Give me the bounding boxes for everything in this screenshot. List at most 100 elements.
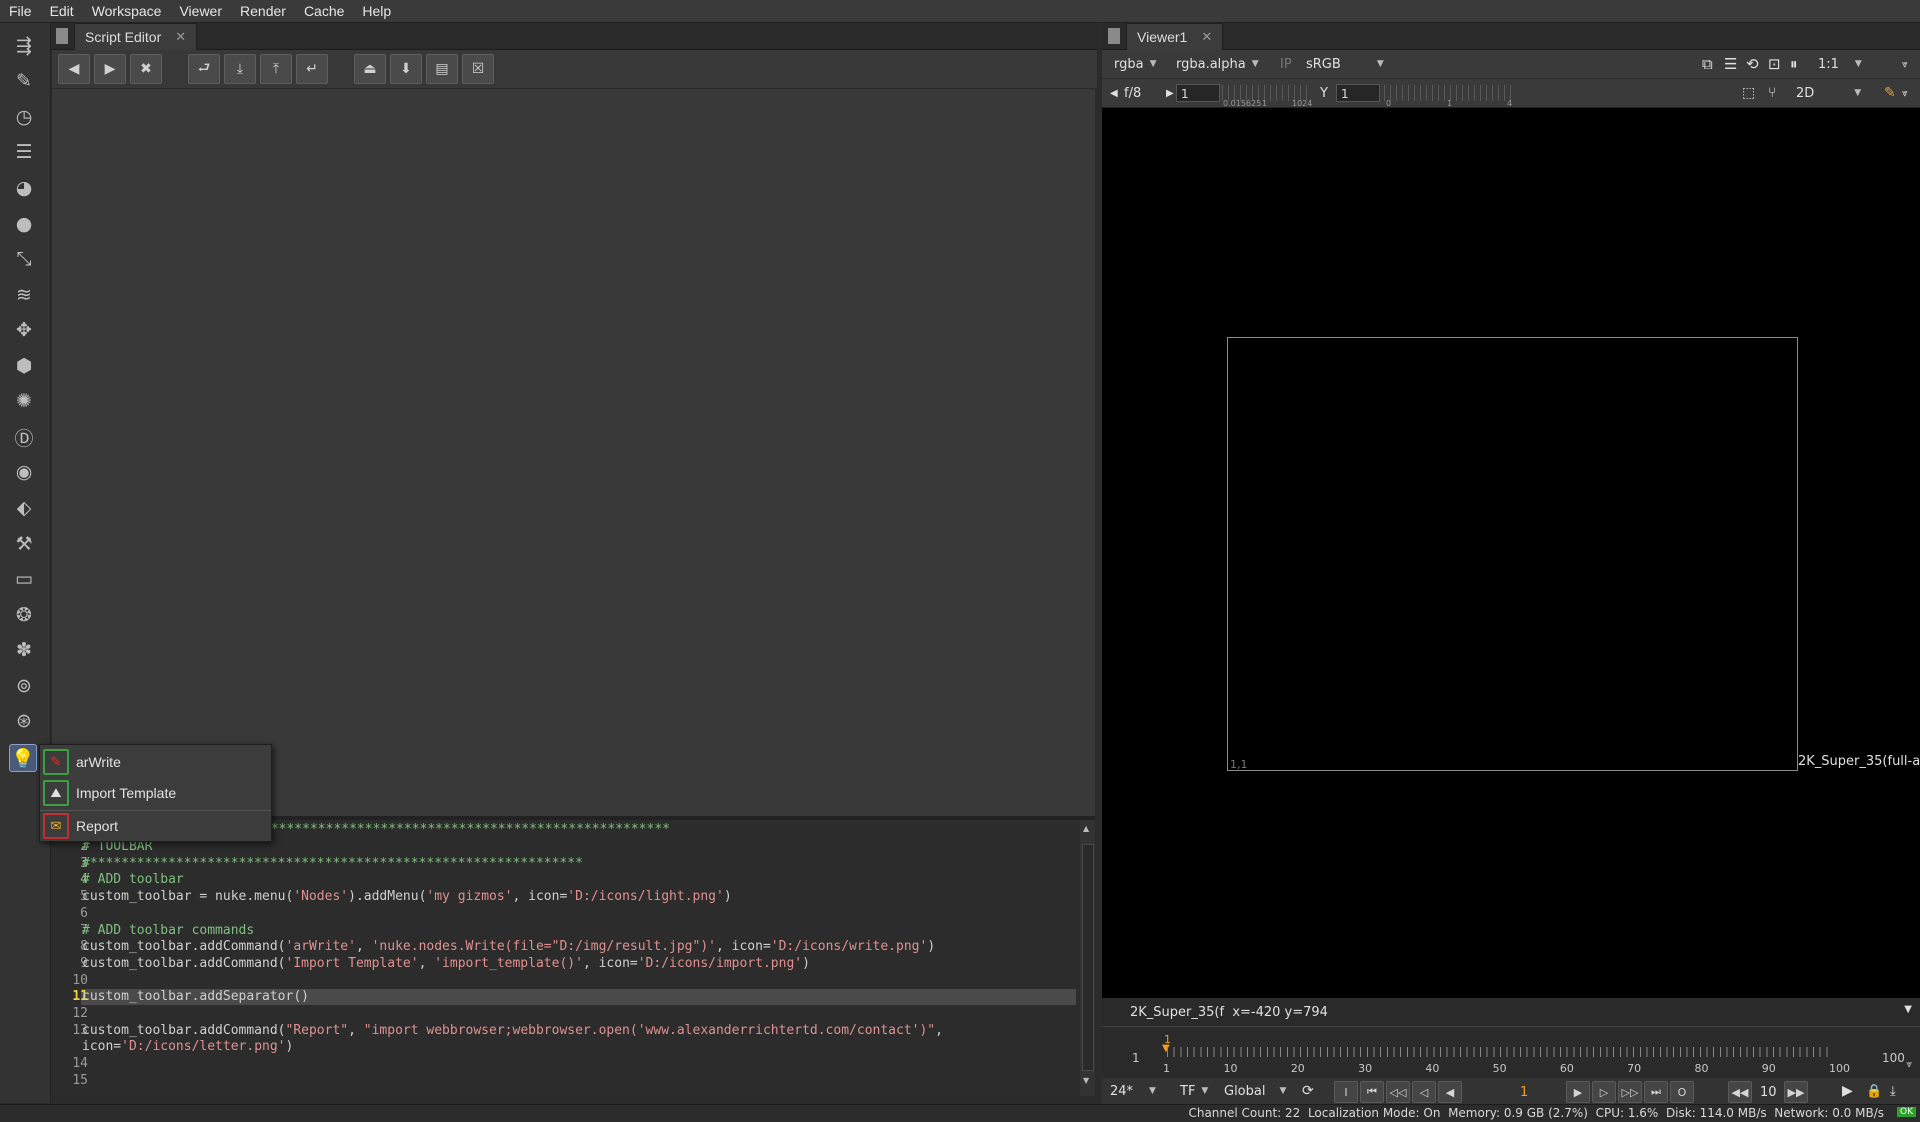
- 3d-icon[interactable]: ⬢: [11, 353, 37, 379]
- gamma-field[interactable]: 1: [1336, 84, 1380, 102]
- script-scrollbar[interactable]: ▲ ▼: [1080, 820, 1095, 1096]
- time-icon[interactable]: ◷: [11, 104, 37, 130]
- menu-item-import-template[interactable]: ⛰ Import Template: [40, 778, 271, 808]
- scroll-down-icon[interactable]: ▼: [1083, 1076, 1089, 1085]
- script-output-pane[interactable]: [52, 88, 1095, 817]
- pause-icon[interactable]: ⏸: [1790, 54, 1798, 74]
- expand-icon[interactable]: ⩔: [1902, 83, 1908, 103]
- skip-increment-field[interactable]: 10: [1760, 1082, 1777, 1102]
- fstop-decrease-icon[interactable]: ◀: [1110, 83, 1118, 103]
- timeline-end[interactable]: 100: [1882, 1051, 1905, 1065]
- play-backward-button[interactable]: ◀: [1438, 1081, 1462, 1103]
- show-both-button[interactable]: ▤: [426, 54, 458, 84]
- panel-grip-icon[interactable]: [56, 28, 68, 44]
- cara-vr-icon[interactable]: ⊚: [11, 673, 37, 699]
- light-icon[interactable]: 💡: [9, 744, 37, 772]
- flipbook-icon[interactable]: ▶: [1842, 1081, 1853, 1101]
- ocula-icon[interactable]: ✽: [11, 637, 37, 663]
- range-dropdown[interactable]: Global ▼: [1224, 1081, 1286, 1101]
- code-text: custom_toolbar.addCommand("Report", "imp…: [82, 1023, 943, 1039]
- draw-icon[interactable]: ✎: [11, 68, 37, 94]
- last-frame-button[interactable]: ⏭: [1644, 1081, 1668, 1103]
- toolsets-icon[interactable]: ⚒: [11, 531, 37, 557]
- node-icon[interactable]: ⑂: [1768, 83, 1776, 103]
- scrollbar-track[interactable]: [1082, 844, 1094, 1071]
- menu-item-report[interactable]: ✉ Report: [40, 811, 271, 841]
- channels-dropdown[interactable]: rgba ▼: [1114, 54, 1157, 74]
- tab-script-editor[interactable]: Script Editor ✕: [74, 23, 198, 50]
- roi-select-icon[interactable]: ⬚: [1742, 83, 1755, 103]
- air-icon[interactable]: ⊛: [11, 708, 37, 734]
- skip-forward-button[interactable]: ▶▶: [1784, 1081, 1808, 1103]
- view-mode-dropdown[interactable]: 2D ▼: [1796, 83, 1861, 103]
- fstop-increase-icon[interactable]: ▶: [1166, 83, 1174, 103]
- tf-dropdown[interactable]: TF ▼: [1180, 1081, 1208, 1101]
- script-input-pane[interactable]: ****************************************…: [52, 820, 1079, 1096]
- menu-render[interactable]: Render: [231, 3, 295, 19]
- previous-keyframe-button[interactable]: ◁◁: [1386, 1081, 1410, 1103]
- filter-icon[interactable]: ●: [11, 211, 37, 237]
- panel-grip-icon[interactable]: [1108, 28, 1120, 44]
- overlay-icon[interactable]: ⧉: [1702, 54, 1713, 74]
- expand-icon[interactable]: ⩔: [1902, 54, 1908, 74]
- image-icon[interactable]: ⇶: [11, 33, 37, 59]
- show-output-only-button[interactable]: ⬇: [390, 54, 422, 84]
- lock-icon[interactable]: 🔒: [1866, 1081, 1882, 1101]
- load-script-button[interactable]: ⤓: [224, 54, 256, 84]
- next-script-button[interactable]: ▶: [94, 54, 126, 84]
- menu-help[interactable]: Help: [353, 3, 400, 19]
- other-icon[interactable]: ▭: [11, 566, 37, 592]
- particles-icon[interactable]: ✺: [11, 388, 37, 414]
- alpha-channel-dropdown[interactable]: rgba.alpha ▼: [1176, 54, 1259, 74]
- loop-icon[interactable]: ⟳: [1302, 1081, 1314, 1101]
- next-keyframe-button[interactable]: ▷▷: [1618, 1081, 1642, 1103]
- menu-edit[interactable]: Edit: [41, 3, 83, 19]
- out-point-button[interactable]: O: [1670, 1081, 1694, 1103]
- menu-viewer[interactable]: Viewer: [170, 3, 231, 19]
- source-script-button[interactable]: ⮐: [188, 54, 220, 84]
- transform-icon[interactable]: ✥: [11, 317, 37, 343]
- previous-script-button[interactable]: ◀: [58, 54, 90, 84]
- views-icon[interactable]: ◉: [11, 459, 37, 485]
- chevron-down-icon[interactable]: ⩔: [1906, 1059, 1912, 1070]
- timeline-start[interactable]: 1: [1132, 1051, 1140, 1065]
- show-input-only-button[interactable]: ⏏: [354, 54, 386, 84]
- metadata-icon[interactable]: ⬖: [11, 495, 37, 521]
- in-point-button[interactable]: I: [1334, 1081, 1358, 1103]
- export-icon[interactable]: ⤓: [1890, 1081, 1896, 1101]
- furnace-icon[interactable]: ❂: [11, 602, 37, 628]
- clear-history-button[interactable]: ✖: [130, 54, 162, 84]
- merge-icon[interactable]: ≋: [11, 282, 37, 308]
- menu-file[interactable]: File: [0, 3, 41, 19]
- gain-field[interactable]: 1: [1176, 84, 1220, 102]
- chevron-down-icon[interactable]: ▼: [1904, 1004, 1912, 1015]
- clear-output-button[interactable]: ☒: [462, 54, 494, 84]
- skip-back-button[interactable]: ◀◀: [1728, 1081, 1752, 1103]
- zoom-dropdown[interactable]: 1:1 ▼: [1818, 54, 1862, 74]
- tab-viewer1[interactable]: Viewer1 ✕: [1126, 23, 1224, 50]
- step-back-button[interactable]: ◁: [1412, 1081, 1436, 1103]
- roi-icon[interactable]: ⊡: [1768, 54, 1781, 74]
- color-picker-icon[interactable]: ✎: [1884, 83, 1896, 103]
- menu-cache[interactable]: Cache: [295, 3, 353, 19]
- close-icon[interactable]: ✕: [1201, 29, 1212, 45]
- color-icon[interactable]: ◕: [11, 175, 37, 201]
- ip-toggle[interactable]: IP: [1280, 54, 1292, 74]
- run-script-button[interactable]: ↵: [296, 54, 328, 84]
- first-frame-button[interactable]: ⏮: [1360, 1081, 1384, 1103]
- menu-item-arwrite[interactable]: ✎ arWrite: [40, 747, 271, 777]
- deep-icon[interactable]: Ⓓ: [11, 424, 37, 450]
- refresh-icon[interactable]: ⟲: [1746, 54, 1759, 74]
- colorspace-dropdown[interactable]: sRGB ▼: [1306, 54, 1384, 74]
- current-frame-field[interactable]: 1: [1520, 1082, 1528, 1102]
- play-forward-button[interactable]: ▶: [1566, 1081, 1590, 1103]
- fps-dropdown[interactable]: 24* ▼: [1110, 1081, 1156, 1101]
- save-script-button[interactable]: ⤒: [260, 54, 292, 84]
- menu-workspace[interactable]: Workspace: [83, 3, 171, 19]
- scroll-up-icon[interactable]: ▲: [1083, 824, 1089, 833]
- channel-icon[interactable]: ☰: [11, 139, 37, 165]
- lines-icon[interactable]: ☰: [1724, 54, 1737, 74]
- close-icon[interactable]: ✕: [175, 29, 186, 45]
- step-forward-button[interactable]: ▷: [1592, 1081, 1616, 1103]
- keyer-icon[interactable]: ⤡: [11, 246, 37, 272]
